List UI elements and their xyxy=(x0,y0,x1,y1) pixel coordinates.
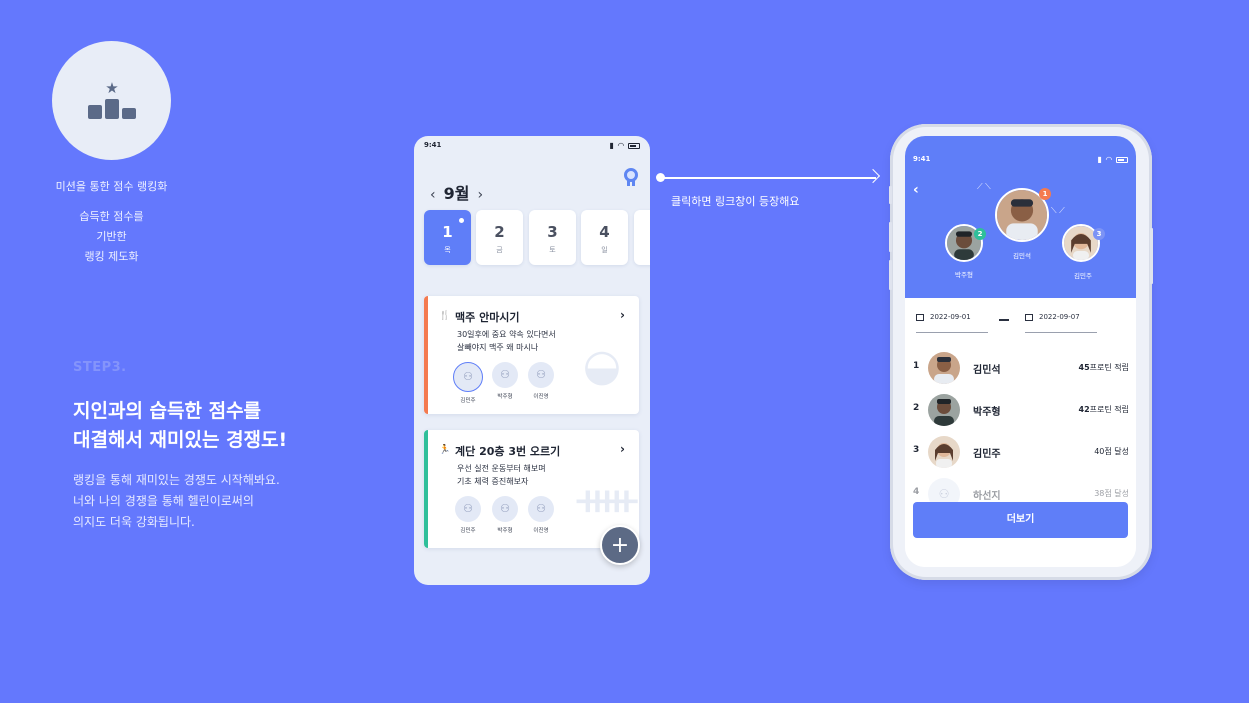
mission-members: ⚇ 김민주 ⚇ 박주형 ⚇ 이진영 xyxy=(453,362,573,404)
podium-name: 김민석 xyxy=(1013,252,1031,260)
avatar xyxy=(928,352,960,384)
day-3[interactable]: 3토 xyxy=(529,210,576,265)
sparkle-rays-icon: ⟍ ⟋ xyxy=(1051,206,1065,215)
person-icon: ⚇ xyxy=(528,362,554,388)
day-5-partial[interactable] xyxy=(634,210,650,265)
ranking-row[interactable]: 1 김민석 45프로틴 적립 xyxy=(913,351,1129,385)
person-icon: ⚇ xyxy=(528,496,554,522)
mission-card[interactable]: 🍴 맥주 안마시기 › 30일후에 중요 약속 있다면서 살빼야지 맥주 왜 마… xyxy=(424,296,639,414)
feature-description: 습득한 점수를 기반한 랭킹 제도화 xyxy=(79,210,144,263)
headline: 지인과의 습득한 점수를 대결해서 재미있는 경쟁도! xyxy=(73,400,288,451)
month-label: 9월 xyxy=(443,184,470,203)
day-4[interactable]: 4일 xyxy=(581,210,628,265)
ranking-header: 9:41 ▮◠ ‹ ⟋ ⟍ ⟍ ⟋ 1 김민석 2 박주형 3 김민주 xyxy=(905,136,1136,298)
end-date-field[interactable]: 2022-09-07 xyxy=(1025,313,1097,333)
wifi-icon: ◠ xyxy=(617,141,628,150)
avatar xyxy=(928,436,960,468)
person-icon: ⚇ xyxy=(492,496,518,522)
prev-month-icon[interactable]: ‹ xyxy=(430,187,436,203)
podium-name: 박주형 xyxy=(955,271,973,279)
signal-icon: ▮ xyxy=(609,141,618,150)
rank-badge: 3 xyxy=(1093,228,1105,240)
stairs-illustration-icon: ᚔ xyxy=(577,474,638,525)
member-avatar[interactable]: ⚇ 이진영 xyxy=(526,362,556,400)
mission-phone-screen: 9:41 ▮◠ ‹ 9월 › 1목 2금 3토 4일 🍴 맥주 안마시기 › 30일… xyxy=(414,136,650,585)
day-1[interactable]: 1목 xyxy=(424,210,471,265)
mission-accent xyxy=(424,430,428,548)
chevron-right-icon[interactable]: › xyxy=(620,442,625,456)
calendar-icon xyxy=(916,313,924,321)
status-time: 9:41 xyxy=(424,141,442,149)
feature-title: 미션을 통한 점수 랭킹화 xyxy=(55,180,168,193)
body-text: 랭킹을 통해 재미있는 경쟁도 시작해봐요. 너와 나의 경쟁을 통해 헬린이로… xyxy=(73,473,280,529)
member-avatar[interactable]: ⚇ 박주형 xyxy=(490,362,520,400)
member-avatar[interactable]: ⚇ 박주형 xyxy=(490,496,520,534)
rank-badge: 2 xyxy=(974,228,986,240)
mission-members: ⚇ 김민주 ⚇ 박주형 ⚇ 이진영 xyxy=(453,496,573,536)
cutlery-icon: 🍴 xyxy=(439,311,451,321)
signal-icon: ▮ xyxy=(1097,155,1106,164)
person-icon: ⚇ xyxy=(455,496,481,522)
rank-badge: 1 xyxy=(1039,188,1051,200)
chevron-right-icon[interactable]: › xyxy=(620,308,625,322)
date-range-dash xyxy=(999,319,1009,321)
mission-description: 30일후에 중요 약속 있다면서 xyxy=(457,330,556,339)
person-icon: ⚇ xyxy=(492,362,518,388)
status-bar: 9:41 ▮◠ xyxy=(913,155,1128,164)
battery-icon xyxy=(628,142,640,149)
sparkle-rays-icon: ⟋ ⟍ xyxy=(977,182,991,191)
arrow-head-icon xyxy=(865,168,881,184)
mission-accent xyxy=(424,296,428,414)
person-icon: ⚇ xyxy=(453,362,483,392)
avatar xyxy=(928,394,960,426)
month-navigator: ‹ 9월 › xyxy=(430,180,483,204)
running-icon: 🏃 xyxy=(439,445,451,455)
ranking-row[interactable]: 2 박주형 42프로틴 적립 xyxy=(913,393,1129,427)
next-month-icon[interactable]: › xyxy=(477,187,483,203)
back-icon[interactable]: ‹ xyxy=(913,182,919,198)
more-button[interactable]: 더보기 xyxy=(913,502,1128,538)
start-date-field[interactable]: 2022-09-01 xyxy=(916,313,988,333)
step-label: STEP3. xyxy=(73,360,127,375)
status-bar: 9:41 ▮◠ xyxy=(424,141,640,153)
day-2[interactable]: 2금 xyxy=(476,210,523,265)
mission-description: 기초 체력 증진해보자 xyxy=(457,477,529,486)
member-avatar[interactable]: ⚇ 이진영 xyxy=(526,496,556,534)
mission-description: 우선 실전 운동부터 해보며 xyxy=(457,464,546,473)
flow-arrow xyxy=(660,177,876,179)
member-avatar[interactable]: ⚇ 김민주 xyxy=(453,496,483,534)
ranking-phone-screen: 9:41 ▮◠ ‹ ⟋ ⟍ ⟍ ⟋ 1 김민석 2 박주형 3 김민주 2022… xyxy=(905,136,1136,567)
arrow-caption: 클릭하면 링크창이 등장해요 xyxy=(671,195,800,208)
mission-title: 맥주 안마시기 xyxy=(455,311,520,324)
podium-name: 김민주 xyxy=(1074,272,1092,280)
calendar-icon xyxy=(1025,313,1033,321)
member-avatar[interactable]: ⚇ 김민주 xyxy=(453,362,483,404)
battery-icon xyxy=(1116,156,1128,163)
status-time: 9:41 xyxy=(913,155,931,163)
award-icon[interactable] xyxy=(624,168,640,188)
day-selector: 1목 2금 3토 4일 xyxy=(424,210,650,266)
ranking-feature-badge: ★ xyxy=(52,41,171,160)
mission-description: 살빼야지 맥주 왜 마시나 xyxy=(457,343,539,352)
ranking-row[interactable]: 3 김민주 40점 달성 xyxy=(913,435,1129,469)
wifi-icon: ◠ xyxy=(1105,155,1116,164)
mission-title: 계단 20층 3번 오르기 xyxy=(455,445,561,458)
podium-icon: ★ xyxy=(88,81,136,121)
add-mission-button[interactable]: + xyxy=(600,525,640,565)
bowl-illustration-icon: ◒ xyxy=(582,340,622,391)
